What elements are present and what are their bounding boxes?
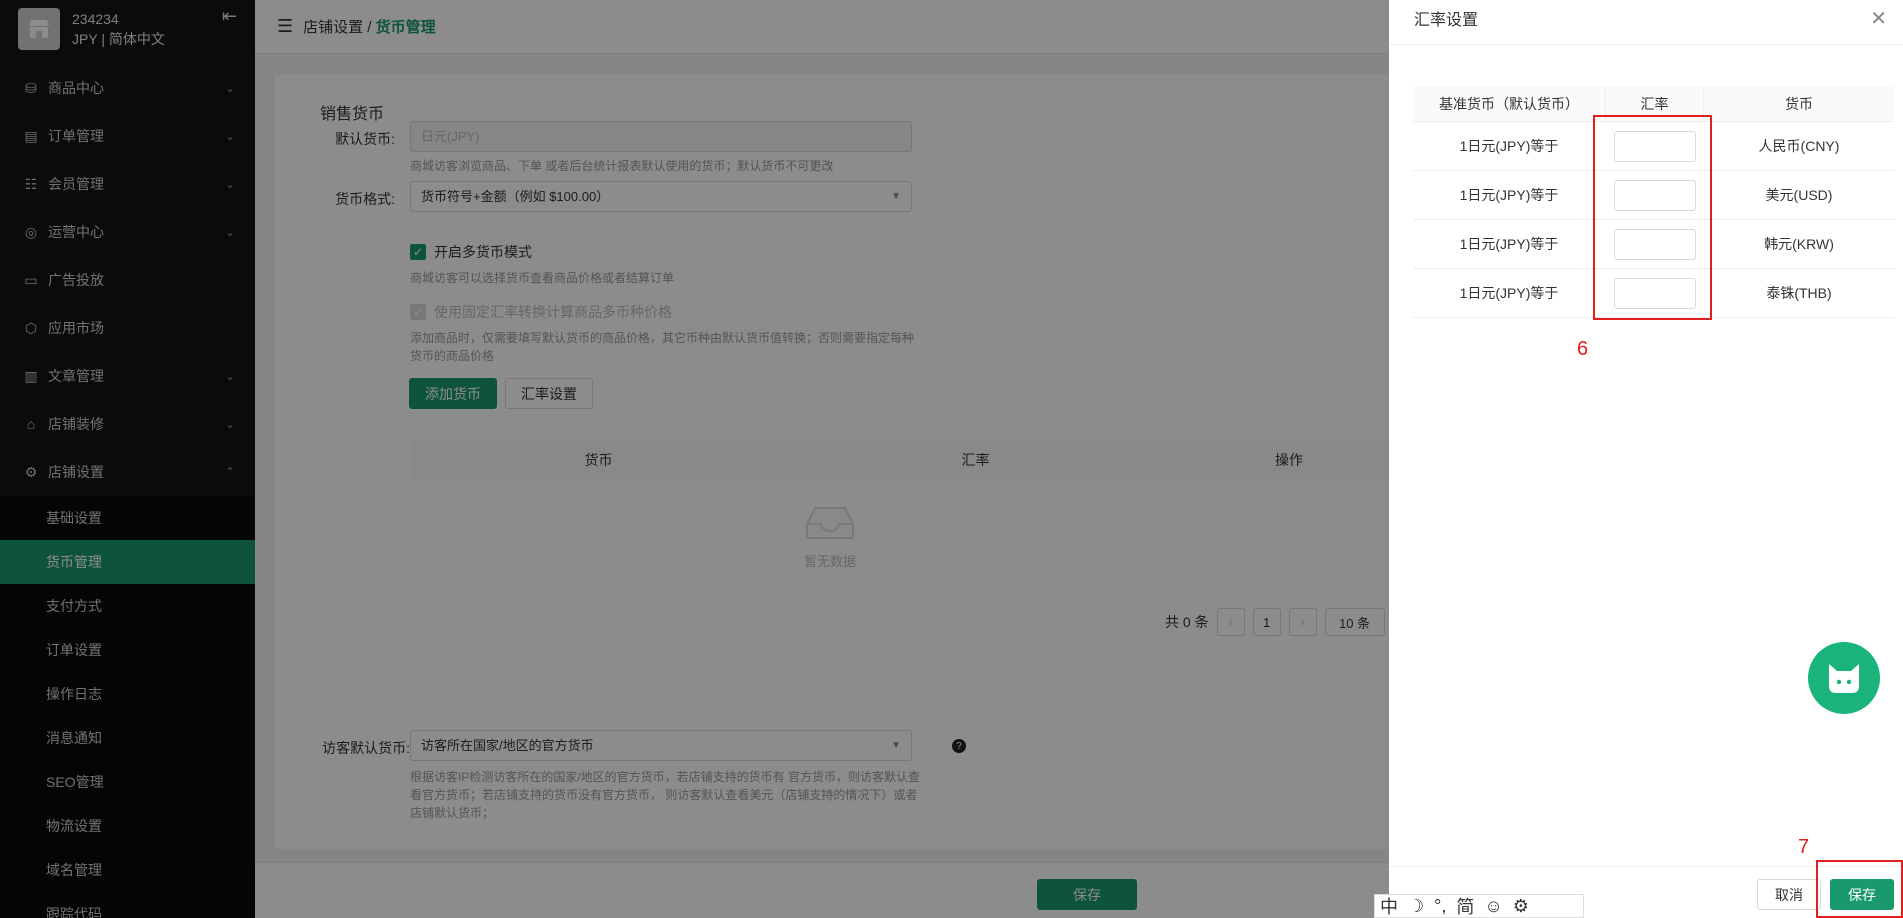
- target-currency-cell: 泰铢(THB): [1766, 285, 1832, 301]
- annotation-box-rates: [1593, 115, 1712, 320]
- base-currency-cell: 1日元(JPY)等于: [1459, 285, 1559, 301]
- base-currency-cell: 1日元(JPY)等于: [1459, 236, 1559, 252]
- annotation-box-save: [1816, 860, 1903, 918]
- drawer-divider: [1389, 44, 1903, 45]
- close-icon[interactable]: ✕: [1870, 6, 1887, 31]
- base-currency-cell: 1日元(JPY)等于: [1459, 138, 1559, 154]
- rate-settings-drawer: 汇率设置 ✕ 基准货币（默认货币） 汇率 货币 1日元(JPY)等于 人民币(CN…: [1389, 0, 1903, 918]
- cancel-button[interactable]: 取消: [1757, 879, 1821, 910]
- annotation-number-7: 7: [1798, 836, 1810, 858]
- chat-bot-icon[interactable]: [1808, 642, 1880, 714]
- base-currency-cell: 1日元(JPY)等于: [1459, 187, 1559, 203]
- header-currency: 货币: [1785, 95, 1813, 112]
- header-base-currency: 基准货币（默认货币）: [1439, 95, 1579, 112]
- target-currency-cell: 韩元(KRW): [1764, 236, 1834, 252]
- ime-toolbar: 中 ☽ °, 简 ☺ ⚙: [1374, 894, 1584, 918]
- drawer-title: 汇率设置: [1414, 12, 1479, 29]
- ime-item-2[interactable]: °,: [1434, 896, 1446, 917]
- target-currency-cell: 美元(USD): [1765, 187, 1833, 203]
- modal-mask[interactable]: [0, 0, 1389, 918]
- ime-item-1[interactable]: ☽: [1408, 896, 1424, 917]
- ime-item-4[interactable]: ☺: [1484, 896, 1502, 917]
- target-currency-cell: 人民币(CNY): [1758, 138, 1840, 154]
- annotation-number-6: 6: [1577, 338, 1589, 360]
- ime-item-3[interactable]: 简: [1456, 893, 1474, 918]
- ime-item-5[interactable]: ⚙: [1513, 896, 1529, 917]
- ime-item-0[interactable]: 中: [1380, 893, 1398, 918]
